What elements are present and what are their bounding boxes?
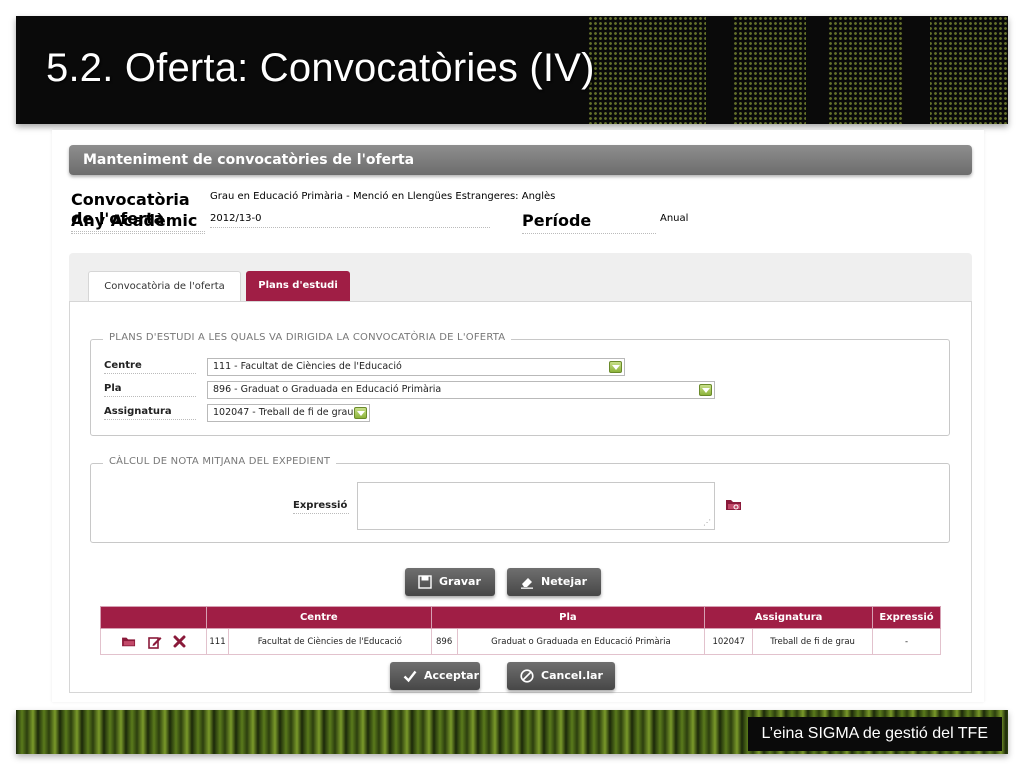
- calcul-fieldset: CÀLCUL DE NOTA MITJANA DEL EXPEDIENT Exp…: [90, 456, 950, 543]
- centre-select[interactable]: 111 - Facultat de Ciències de l'Educació: [207, 358, 625, 376]
- dropdown-icon[interactable]: [609, 361, 622, 373]
- centre-code-cell: 111: [206, 628, 229, 655]
- pla-header: Pla: [430, 606, 706, 629]
- check-icon: [403, 670, 417, 683]
- slide: 5.2. Oferta: Convocatòries (IV) Mantenim…: [0, 0, 1024, 768]
- table-row: 111 Facultat de Ciències de l'Educació 8…: [100, 628, 941, 655]
- tabs-panel: Convocatòria de l'oferta Plans d'estudi …: [69, 253, 972, 693]
- any-academic-value: 2012/13-0: [210, 213, 490, 228]
- assignatura-name-cell: Treball de fi de grau: [752, 628, 873, 655]
- assignatura-code-cell: 102047: [704, 628, 754, 655]
- footer-text: L’eina SIGMA de gestió del TFE: [747, 717, 1002, 751]
- resize-grip-icon[interactable]: ⋰: [703, 518, 711, 527]
- save-icon: [418, 575, 432, 589]
- periode-label: Període: [522, 211, 656, 234]
- plans-legend: PLANS D'ESTUDI A LES QUALS VA DIRIGIDA L…: [103, 332, 512, 343]
- banner-pattern: [588, 16, 1008, 124]
- plans-fieldset: PLANS D'ESTUDI A LES QUALS VA DIRIGIDA L…: [90, 332, 950, 436]
- netejar-button[interactable]: Netejar: [507, 568, 601, 596]
- tab-convocatoria[interactable]: Convocatòria de l'oferta: [88, 271, 241, 301]
- centre-select-value: 111 - Facultat de Ciències de l'Educació: [213, 361, 402, 372]
- expressio-input[interactable]: ⋰: [357, 482, 715, 530]
- actions-header: [100, 606, 207, 629]
- slide-title: 5.2. Oferta: Convocatòries (IV): [46, 46, 595, 90]
- table-header-row: Centre Pla Assignatura Expressió: [100, 606, 941, 629]
- tab-content: PLANS D'ESTUDI A LES QUALS VA DIRIGIDA L…: [69, 301, 972, 693]
- assignatura-select-value: 102047 - Treball de fi de grau: [213, 407, 354, 418]
- cancellar-button[interactable]: Cancel.lar: [507, 662, 615, 690]
- plans-table: Centre Pla Assignatura Expressió 111 Fac…: [100, 606, 941, 655]
- centre-name-cell: Facultat de Ciències de l'Educació: [228, 628, 432, 655]
- acceptar-button[interactable]: Acceptar: [390, 662, 480, 690]
- centre-label: Centre: [104, 360, 196, 374]
- title-banner: 5.2. Oferta: Convocatòries (IV): [16, 16, 1008, 124]
- expressio-label: Expressió: [293, 500, 349, 514]
- assignatura-header: Assignatura: [704, 606, 873, 629]
- folder-icon[interactable]: [121, 635, 137, 648]
- cancel-icon: [520, 669, 534, 683]
- centre-header: Centre: [206, 606, 432, 629]
- convocatoria-value: Grau en Educació Primària - Menció en Ll…: [210, 191, 556, 202]
- calcul-legend: CÀLCUL DE NOTA MITJANA DEL EXPEDIENT: [103, 456, 337, 467]
- tab-plans-estudi[interactable]: Plans d'estudi: [246, 271, 350, 301]
- pla-label: Pla: [104, 383, 196, 397]
- expressio-cell: -: [872, 628, 941, 655]
- any-academic-label: Any Acadèmic: [71, 211, 205, 234]
- pla-select[interactable]: 896 - Graduat o Graduada en Educació Pri…: [207, 381, 715, 399]
- delete-icon[interactable]: [173, 635, 186, 648]
- periode-value: Anual: [660, 213, 689, 224]
- folder-icon[interactable]: [725, 497, 743, 512]
- form-heading: Manteniment de convocatòries de l'oferta: [69, 145, 972, 175]
- footer-bar: L’eina SIGMA de gestió del TFE: [16, 710, 1008, 754]
- row-actions: [100, 628, 207, 655]
- pla-name-cell: Graduat o Graduada en Educació Primària: [456, 628, 706, 655]
- pla-code-cell: 896: [430, 628, 458, 655]
- assignatura-label: Assignatura: [104, 406, 196, 420]
- edit-icon[interactable]: [148, 635, 162, 649]
- dropdown-icon[interactable]: [354, 407, 367, 419]
- assignatura-select[interactable]: 102047 - Treball de fi de grau: [207, 404, 370, 422]
- pla-select-value: 896 - Graduat o Graduada en Educació Pri…: [213, 384, 442, 395]
- eraser-icon: [521, 578, 533, 589]
- gravar-button[interactable]: Gravar: [405, 568, 495, 596]
- expressio-header: Expressió: [872, 606, 941, 629]
- dropdown-icon[interactable]: [699, 384, 712, 396]
- app-frame: Manteniment de convocatòries de l'oferta…: [52, 130, 984, 702]
